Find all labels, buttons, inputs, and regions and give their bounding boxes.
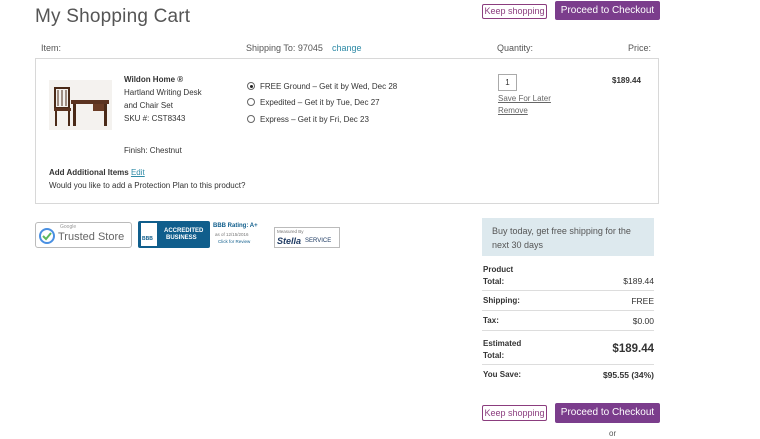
bbb-accredited-line1: ACCREDITED: [164, 228, 204, 234]
stella-brand: Stella: [277, 236, 302, 246]
additional-items: Add Additional Items Edit: [49, 168, 145, 177]
product-image[interactable]: [49, 80, 112, 130]
shipping-option-express[interactable]: Express – Get it by Fri, Dec 23: [260, 115, 369, 124]
tax-value: $0.00: [632, 316, 654, 326]
quantity-input[interactable]: 1: [498, 74, 517, 91]
bbb-logo-icon: BBB: [141, 223, 157, 246]
bbb-review-link[interactable]: Click for Review: [218, 239, 250, 244]
header-price: Price:: [628, 43, 652, 53]
shipping-radio-expedited[interactable]: [247, 98, 255, 106]
proceed-to-checkout-button[interactable]: Proceed to Checkout: [555, 1, 660, 20]
keep-shopping-button[interactable]: Keep shopping: [482, 4, 547, 19]
item-price: $189.44: [612, 76, 641, 85]
header-item: Item:: [41, 43, 62, 53]
summary-divider: [482, 330, 654, 331]
keep-shopping-button-bottom[interactable]: Keep shopping: [482, 405, 547, 421]
product-total-label-line2: Total:: [483, 277, 505, 286]
proceed-to-checkout-button-bottom[interactable]: Proceed to Checkout: [555, 403, 660, 423]
you-save-value: $95.55 (34%): [602, 370, 654, 380]
shipping-option-ground[interactable]: FREE Ground – Get it by Wed, Dec 28: [260, 82, 397, 91]
trusted-store-label: Trusted Store: [58, 231, 125, 243]
product-total-value: $189.44: [623, 276, 654, 286]
stella-measured-by: Measured By: [277, 229, 304, 234]
google-label: Google: [60, 224, 77, 230]
shipping-radio-ground[interactable]: [247, 82, 255, 90]
shipping-value: FREE: [631, 296, 654, 306]
product-total-label: Product Total:: [483, 264, 513, 288]
shipping-options: FREE Ground – Get it by Wed, Dec 28 Expe…: [247, 81, 457, 129]
header-shipping-to: Shipping To: 97045: [246, 43, 323, 53]
protection-plan-question[interactable]: Would you like to add a Protection Plan …: [49, 181, 245, 190]
additional-items-label: Add Additional Items: [49, 168, 129, 177]
tax-label: Tax:: [483, 316, 499, 325]
google-trusted-store-badge[interactable]: Google Trusted Store: [35, 222, 132, 248]
bbb-logo-text: BBB: [142, 236, 153, 242]
summary-divider: [482, 364, 654, 365]
bbb-accredited-line2: BUSINESS: [166, 235, 197, 241]
product-name-line1[interactable]: Hartland Writing Desk: [124, 88, 202, 97]
edit-link[interactable]: Edit: [131, 168, 145, 177]
product-name-line2[interactable]: and Chair Set: [124, 101, 173, 110]
product-brand: Wildon Home ®: [124, 75, 184, 84]
page-title: My Shopping Cart: [35, 6, 191, 27]
shipping-option-expedited[interactable]: Expedited – Get it by Tue, Dec 27: [260, 98, 380, 107]
estimated-total-label: Estimated Total:: [483, 338, 521, 362]
summary-divider: [482, 290, 654, 291]
free-shipping-promo: Buy today, get free shipping for the nex…: [482, 218, 654, 256]
you-save-label: You Save:: [483, 370, 522, 379]
google-checkmark-icon: [39, 228, 55, 244]
product-total-label-line1: Product: [483, 265, 514, 274]
change-zip-link[interactable]: change: [332, 43, 362, 53]
bbb-rating-date: as of 12/15/2016: [215, 232, 249, 237]
bbb-rating: BBB Rating: A+: [213, 223, 258, 229]
header-quantity: Quantity:: [497, 43, 534, 53]
estimated-total-value: $189.44: [612, 343, 654, 355]
or-separator: or: [609, 429, 617, 438]
estimated-total-label-line2: Total:: [483, 351, 505, 360]
product-finish: Finish: Chestnut: [124, 146, 182, 155]
product-sku: SKU #: CST8343: [124, 114, 186, 123]
summary-divider: [482, 310, 654, 311]
estimated-total-label-line1: Estimated: [483, 339, 522, 348]
shipping-label: Shipping:: [483, 296, 520, 305]
stella-service-badge[interactable]: Measured By Stella SERVICE: [274, 227, 340, 248]
remove-link[interactable]: Remove: [498, 106, 528, 115]
save-for-later-link[interactable]: Save For Later: [498, 94, 551, 103]
bbb-accredited-badge[interactable]: BBB ACCREDITED BUSINESS: [138, 221, 210, 248]
stella-service-label: SERVICE: [305, 238, 332, 244]
shipping-radio-express[interactable]: [247, 115, 255, 123]
